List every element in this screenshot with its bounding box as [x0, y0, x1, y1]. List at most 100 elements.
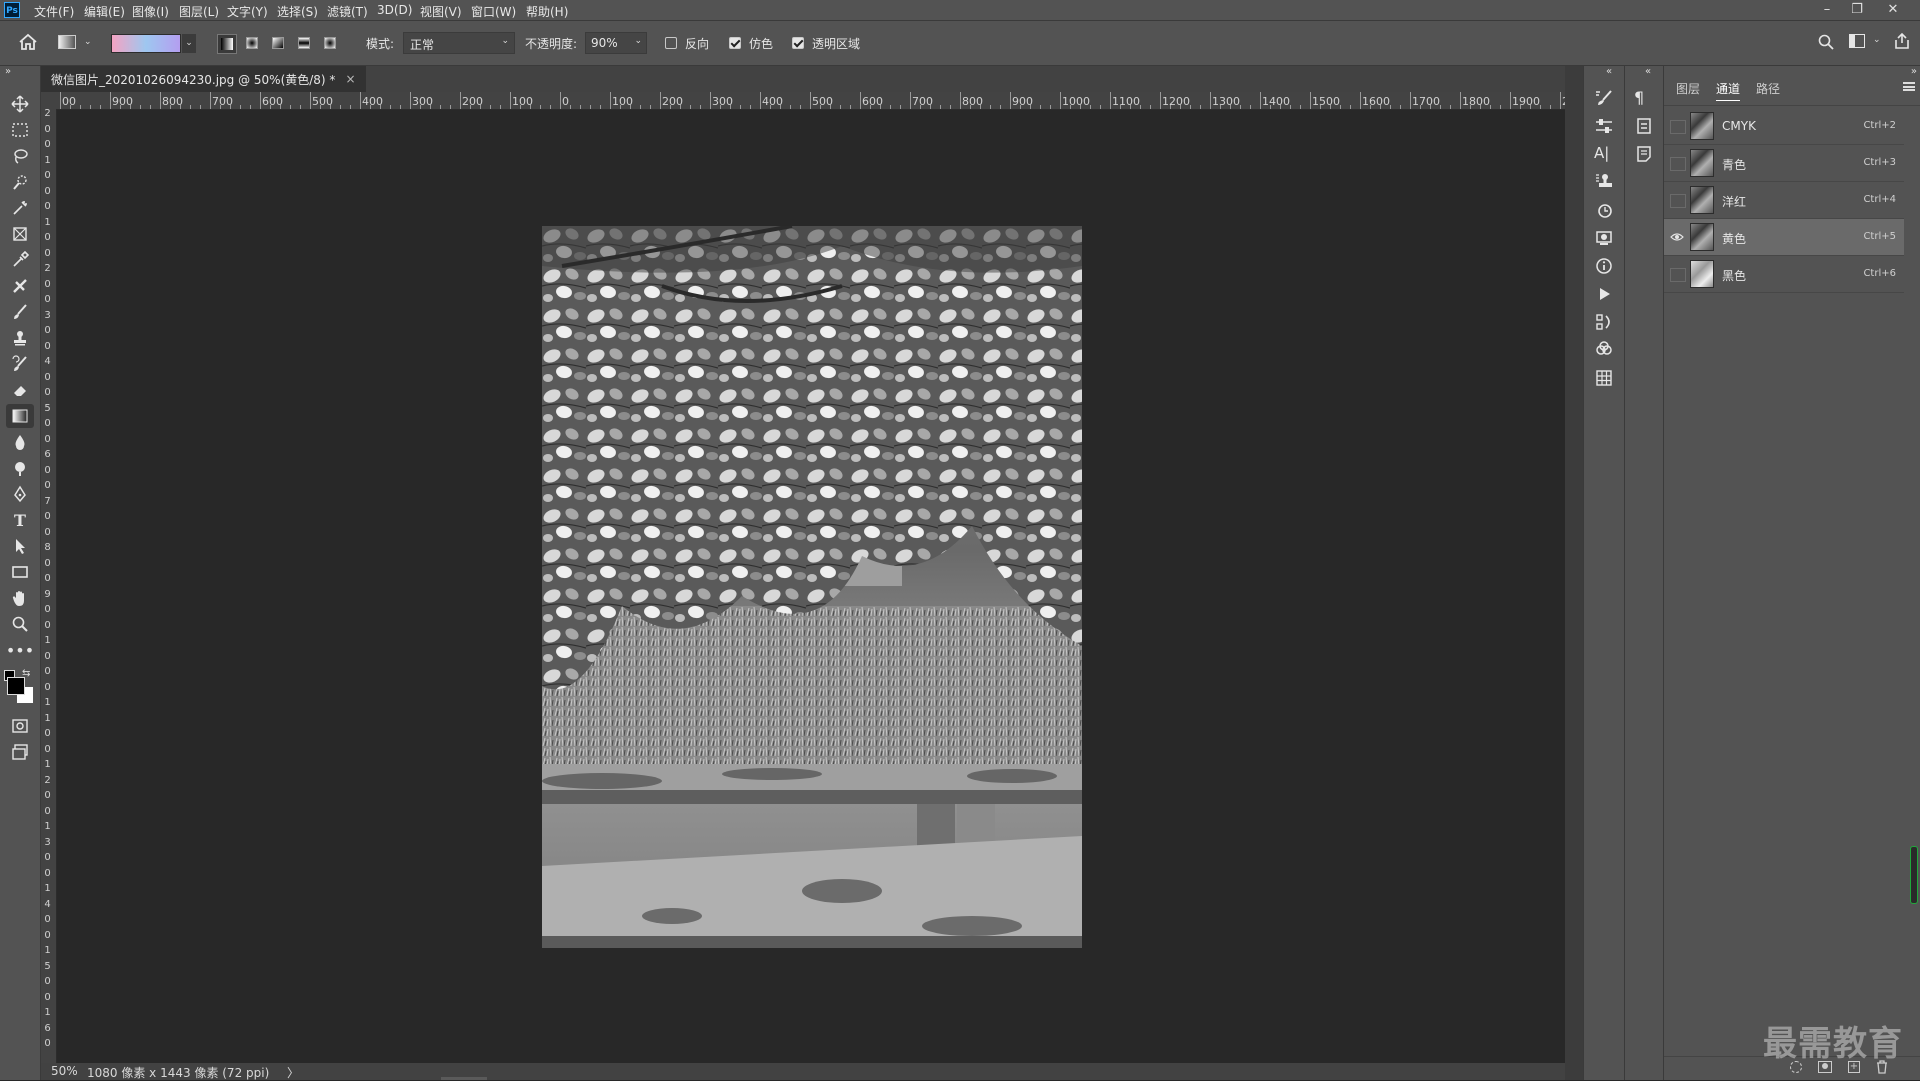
menu-type[interactable]: 文字(Y) [227, 3, 268, 20]
healing-brush-tool-icon[interactable] [6, 274, 34, 298]
screen-mode-icon[interactable] [6, 740, 34, 764]
channel-row-yellow[interactable]: 黄色 Ctrl+5 [1664, 219, 1904, 256]
tool-preset-icon[interactable] [58, 35, 76, 49]
workspace-icon[interactable] [1849, 34, 1865, 48]
close-icon[interactable]: ✕ [1878, 0, 1908, 20]
collapse-icon[interactable]: » [1911, 66, 1917, 77]
zoom-tool-icon[interactable] [6, 612, 34, 636]
adjustments-icon[interactable] [1594, 116, 1614, 136]
eyedropper-tool-icon[interactable] [6, 248, 34, 272]
visibility-toggle[interactable] [1670, 194, 1686, 208]
info-icon[interactable] [1594, 256, 1614, 276]
menu-3d[interactable]: 3D(D) [377, 3, 412, 17]
notes-icon[interactable] [1634, 144, 1654, 164]
brush-settings-icon[interactable] [1594, 88, 1614, 108]
libraries-icon[interactable] [1594, 228, 1614, 248]
channel-row-cyan[interactable]: 青色 Ctrl+3 [1664, 145, 1904, 182]
channel-row-black[interactable]: 黑色 Ctrl+6 [1664, 256, 1904, 293]
menu-image[interactable]: 图像(I) [132, 3, 169, 20]
tab-paths[interactable]: 路径 [1756, 80, 1780, 97]
collapse-icon[interactable]: « [1645, 66, 1651, 77]
menu-select[interactable]: 选择(S) [277, 3, 318, 20]
channel-row-magenta[interactable]: 洋红 Ctrl+4 [1664, 182, 1904, 219]
vertical-ruler[interactable]: 2 0 0 1 0 0 0 1 0 0 2 0 0 3 0 0 4 0 0 5 0 0 6 0 0 7 0 0 8 0 0 9 0 0 1 0 0 0 1 1… [41, 109, 57, 1065]
transparency-checkbox[interactable] [792, 37, 804, 49]
eye-icon[interactable] [1670, 231, 1684, 243]
channel-thumbnail [1690, 112, 1714, 140]
quick-mask-icon[interactable] [6, 714, 34, 738]
mode-select[interactable]: 正常 ⌄ [403, 32, 515, 54]
menu-edit[interactable]: 编辑(E) [84, 3, 125, 20]
clone-stamp-tool-icon[interactable] [6, 326, 34, 350]
angle-gradient-button[interactable] [269, 34, 289, 54]
channel-row-cmyk[interactable]: CMYK Ctrl+2 [1664, 108, 1904, 145]
rectangle-tool-icon[interactable] [6, 560, 34, 584]
gradient-dropdown-icon[interactable]: ⌄ [182, 34, 196, 53]
menu-layer[interactable]: 图层(L) [179, 3, 219, 20]
grid-table-icon[interactable] [1594, 368, 1614, 388]
foreground-color-swatch[interactable] [7, 677, 25, 695]
actions-play-icon[interactable] [1594, 284, 1614, 304]
path-selection-tool-icon[interactable] [6, 534, 34, 558]
dither-checkbox[interactable] [729, 37, 741, 49]
blur-tool-icon[interactable] [6, 430, 34, 454]
diamond-gradient-button[interactable] [321, 34, 341, 54]
horizontal-ruler[interactable]: 00 900 800 700 600 500 400 300 200 100 0 100 200 300 4… [56, 92, 1565, 110]
paths-icon[interactable] [1594, 312, 1614, 332]
radial-gradient-button[interactable] [243, 34, 263, 54]
reflected-gradient-button[interactable] [295, 34, 315, 54]
channels-icon[interactable] [1594, 340, 1614, 360]
chevron-down-icon[interactable]: ⌄ [84, 37, 92, 47]
paragraph-icon[interactable]: ¶ [1634, 88, 1654, 108]
close-tab-icon[interactable]: × [345, 72, 355, 86]
search-icon[interactable] [1817, 33, 1835, 54]
zoom-level[interactable]: 50% [51, 1064, 78, 1078]
panel-scrollbar[interactable] [1910, 846, 1918, 904]
collapse-icon[interactable]: » [5, 66, 11, 77]
gradient-tool-icon[interactable] [6, 404, 34, 428]
opacity-field[interactable]: 90% ⌄ [585, 32, 647, 54]
reverse-checkbox[interactable] [665, 37, 677, 49]
collapse-icon[interactable]: « [1606, 66, 1612, 77]
frame-tool-icon[interactable] [6, 222, 34, 246]
dodge-tool-icon[interactable] [6, 456, 34, 480]
menu-file[interactable]: 文件(F) [34, 3, 74, 20]
canvas-area[interactable] [57, 110, 1565, 1063]
properties-icon[interactable] [1634, 116, 1654, 136]
chevron-down-icon[interactable]: ⌄ [1873, 35, 1881, 45]
gradient-picker[interactable] [111, 34, 181, 53]
panel-menu-icon[interactable] [1903, 82, 1915, 91]
linear-gradient-button[interactable] [217, 34, 237, 54]
object-selection-tool-icon[interactable] [6, 196, 34, 220]
menu-view[interactable]: 视图(V) [420, 3, 462, 20]
menu-filter[interactable]: 滤镜(T) [327, 3, 368, 20]
visibility-toggle[interactable] [1670, 268, 1686, 282]
type-tool-icon[interactable]: T [6, 508, 34, 532]
status-menu-arrow[interactable]: 〉 [287, 1064, 299, 1081]
character-icon[interactable]: A| [1594, 144, 1614, 164]
home-icon[interactable] [18, 33, 38, 54]
eraser-tool-icon[interactable] [6, 378, 34, 402]
tab-layers[interactable]: 图层 [1676, 80, 1700, 97]
minimize-icon[interactable]: – [1812, 0, 1842, 20]
move-tool-icon[interactable] [6, 92, 34, 116]
menu-window[interactable]: 窗口(W) [471, 3, 516, 20]
document-tab[interactable]: 微信图片_20201026094230.jpg @ 50%(黄色/8) * × [41, 66, 366, 92]
menu-help[interactable]: 帮助(H) [526, 3, 568, 20]
marquee-tool-icon[interactable] [6, 118, 34, 142]
brush-tool-icon[interactable] [6, 300, 34, 324]
pen-tool-icon[interactable] [6, 482, 34, 506]
lasso-tool-icon[interactable] [6, 144, 34, 168]
visibility-toggle[interactable] [1670, 120, 1686, 134]
document-image[interactable] [542, 226, 1082, 948]
visibility-toggle[interactable] [1670, 157, 1686, 171]
more-tools-icon[interactable]: ••• [6, 638, 34, 662]
tab-channels[interactable]: 通道 [1716, 80, 1741, 101]
share-icon[interactable] [1893, 32, 1911, 53]
history-icon[interactable] [1594, 200, 1614, 220]
hand-tool-icon[interactable] [6, 586, 34, 610]
clone-source-icon[interactable] [1594, 172, 1614, 192]
restore-icon[interactable]: ❐ [1842, 0, 1872, 20]
quick-selection-tool-icon[interactable] [6, 170, 34, 194]
history-brush-tool-icon[interactable] [6, 352, 34, 376]
